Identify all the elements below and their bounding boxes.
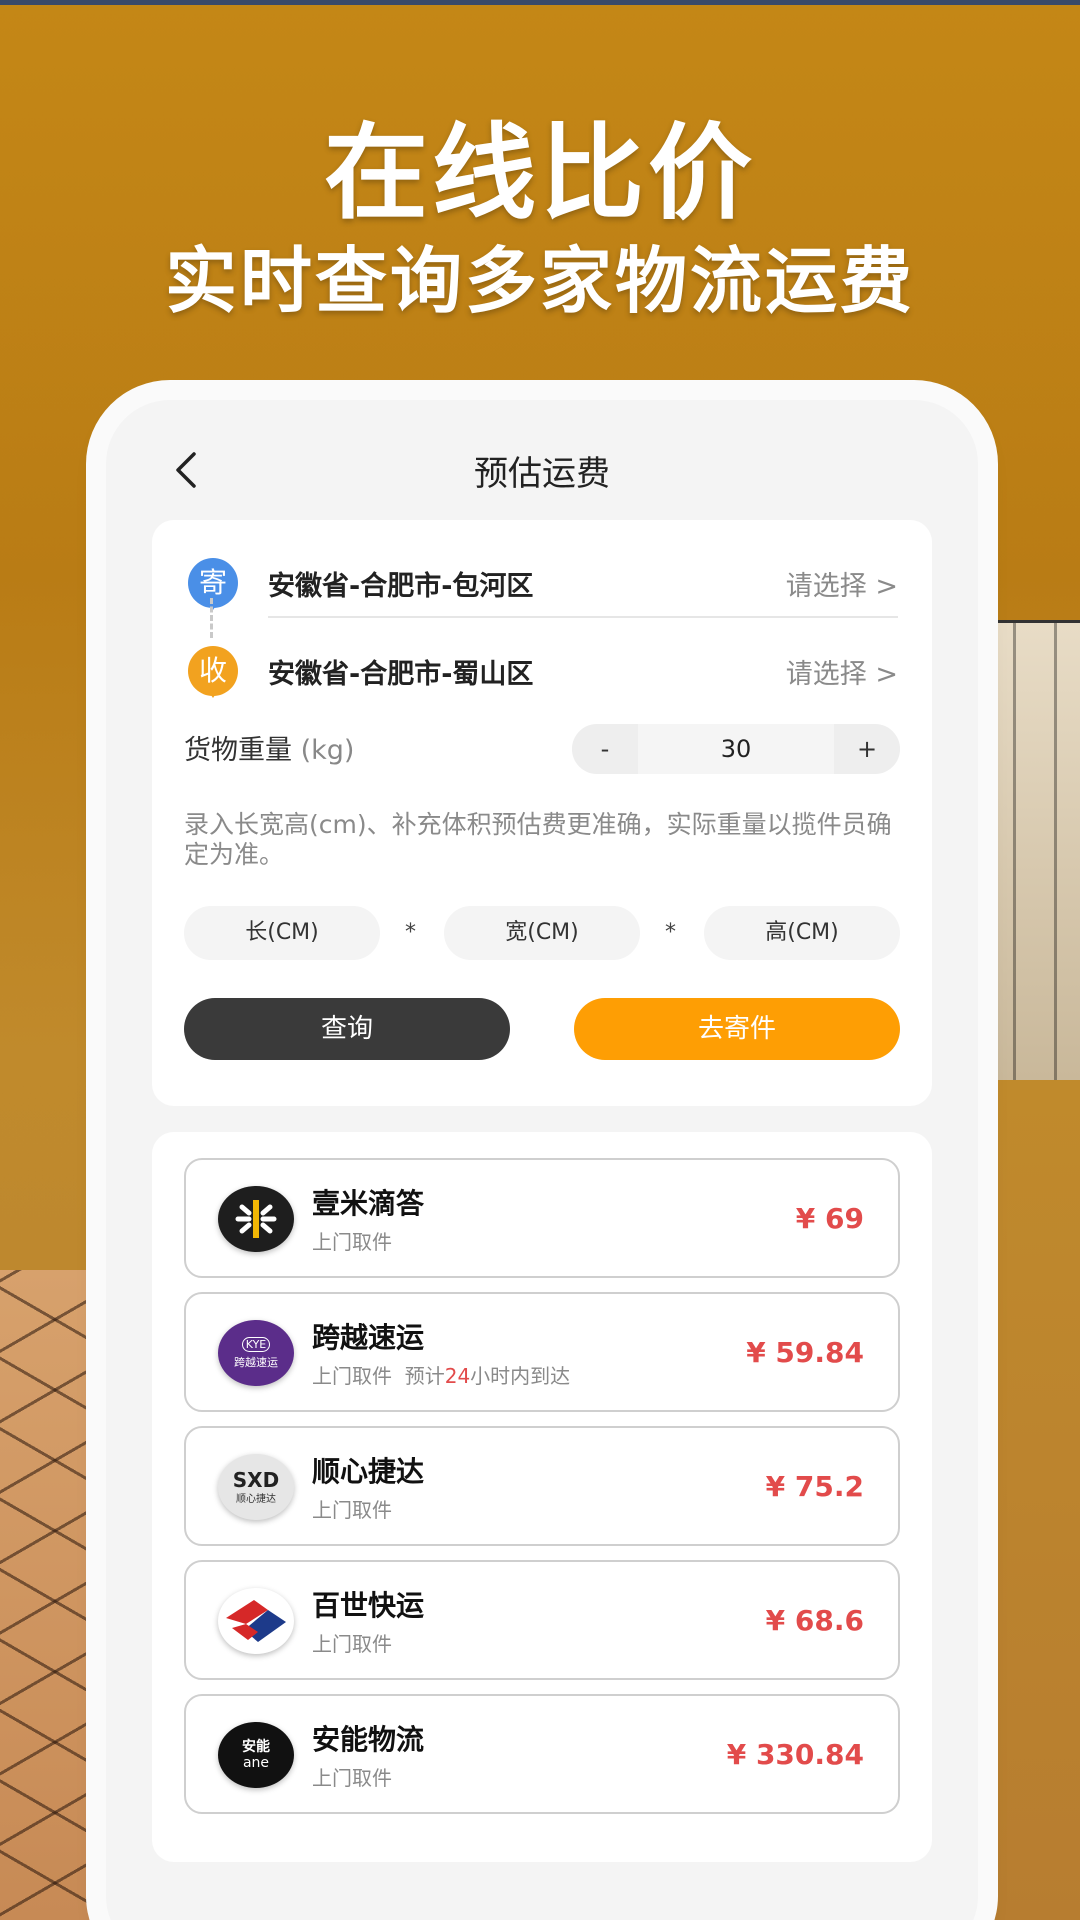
dimension-separator: * (665, 920, 676, 945)
eta-tail: 小时内到达 (470, 1364, 571, 1388)
kye-logo-icon: KYE 跨越速运 (218, 1320, 294, 1386)
width-input[interactable]: 宽(CM) (444, 906, 640, 960)
carrier-subtitle: 上门取件 (312, 1766, 392, 1790)
weight-unit: (kg) (300, 735, 355, 766)
app-screen: 预估运费 寄 安徽省-合肥市-包河区 请选择 > 收 安徽省-合肥市-蜀山区 请… (106, 400, 978, 1920)
nav-bar: 预估运费 (106, 420, 978, 520)
length-input[interactable]: 长(CM) (184, 906, 380, 960)
weight-label: 货物重量 (kg) (184, 728, 354, 767)
route-dashed-connector (210, 598, 213, 638)
receiver-address: 安徽省-合肥市-蜀山区 (268, 659, 534, 690)
carrier-subtitle: 上门取件 (312, 1632, 392, 1656)
carrier-name: 百世快运 (312, 1589, 425, 1622)
top-status-line (0, 0, 1080, 5)
ane-logo-icon: 安能 ane (218, 1722, 294, 1788)
sxd-logo-text: SXD (232, 1467, 280, 1492)
carrier-item[interactable]: 壹米滴答 上门取件 ¥ 69 (184, 1158, 900, 1278)
ane-logo-subtext: ane (242, 1755, 270, 1771)
weight-stepper: - 30 + (572, 724, 900, 774)
background-box-illustration (975, 620, 1080, 1080)
carrier-price: ¥ 68.6 (765, 1604, 864, 1637)
ane-logo-text: 安能 (242, 1739, 270, 1755)
height-input[interactable]: 高(CM) (704, 906, 900, 960)
dimension-separator: * (405, 920, 416, 945)
carrier-name: 跨越速运 (312, 1321, 425, 1354)
carrier-list-card: 壹米滴答 上门取件 ¥ 69 KYE 跨越速运 跨越速运 上门取件 预计24小时… (152, 1132, 932, 1862)
page-title: 预估运费 (474, 454, 610, 494)
carrier-name: 顺心捷达 (312, 1455, 425, 1488)
carrier-name: 安能物流 (312, 1723, 425, 1756)
carrier-price: ¥ 75.2 (765, 1470, 864, 1503)
weight-decrease-button[interactable]: - (572, 724, 638, 774)
sender-pin-icon: 寄 (188, 558, 238, 610)
estimate-form-card: 寄 安徽省-合肥市-包河区 请选择 > 收 安徽省-合肥市-蜀山区 请选择 > … (152, 520, 932, 1106)
carrier-subtitle-text: 上门取件 预计 (312, 1364, 445, 1388)
receiver-select-link[interactable]: 请选择 > (786, 652, 898, 691)
carrier-item[interactable]: KYE 跨越速运 跨越速运 上门取件 预计24小时内到达 ¥ 59.84 (184, 1292, 900, 1412)
eta-hours: 24 (444, 1364, 471, 1388)
sender-address-row[interactable]: 寄 安徽省-合肥市-包河区 请选择 > (188, 552, 898, 622)
go-send-button[interactable]: 去寄件 (574, 998, 900, 1060)
sender-address: 安徽省-合肥市-包河区 (268, 571, 534, 602)
carrier-name: 壹米滴答 (312, 1187, 425, 1220)
carrier-item[interactable]: 百世快运 上门取件 ¥ 68.6 (184, 1560, 900, 1680)
banner-subtitle: 实时查询多家物流运费 (164, 239, 915, 323)
carrier-price: ¥ 69 (795, 1202, 864, 1235)
phone-frame: 预估运费 寄 安徽省-合肥市-包河区 请选择 > 收 安徽省-合肥市-蜀山区 请… (106, 400, 978, 1920)
carrier-price: ¥ 330.84 (726, 1738, 864, 1771)
banner-title: 在线比价 (323, 112, 756, 234)
weight-value-input[interactable]: 30 (638, 724, 834, 774)
kye-logo-subtext: 跨越速运 (234, 1355, 278, 1369)
address-divider (268, 616, 898, 618)
carrier-item[interactable]: 安能 ane 安能物流 上门取件 ¥ 330.84 (184, 1694, 900, 1814)
query-button[interactable]: 查询 (184, 998, 510, 1060)
sender-select-link[interactable]: 请选择 > (786, 564, 898, 603)
weight-label-text: 货物重量 (184, 735, 292, 766)
carrier-subtitle: 上门取件 (312, 1230, 392, 1254)
kye-logo-text: KYE (241, 1336, 271, 1352)
yimidida-logo-icon (218, 1186, 294, 1252)
receiver-address-row[interactable]: 收 安徽省-合肥市-蜀山区 请选择 > (188, 640, 898, 710)
volume-hint: 录入长宽高(cm)、补充体积预估费更准确，实际重量以揽件员确定为准。 (184, 810, 892, 869)
background-box-shadow (975, 1080, 1080, 1920)
background-floor-illustration (0, 1270, 110, 1920)
carrier-price: ¥ 59.84 (746, 1336, 864, 1369)
carrier-subtitle: 上门取件 (312, 1498, 392, 1522)
sxd-logo-subtext: 顺心捷达 (236, 1493, 276, 1505)
sxd-logo-icon: SXD 顺心捷达 (218, 1454, 294, 1520)
weight-increase-button[interactable]: + (834, 724, 900, 774)
carrier-subtitle: 上门取件 预计24小时内到达 (312, 1360, 570, 1389)
best-express-logo-icon (218, 1588, 294, 1654)
carrier-item[interactable]: SXD 顺心捷达 顺心捷达 上门取件 ¥ 75.2 (184, 1426, 900, 1546)
receiver-pin-icon: 收 (188, 646, 238, 698)
